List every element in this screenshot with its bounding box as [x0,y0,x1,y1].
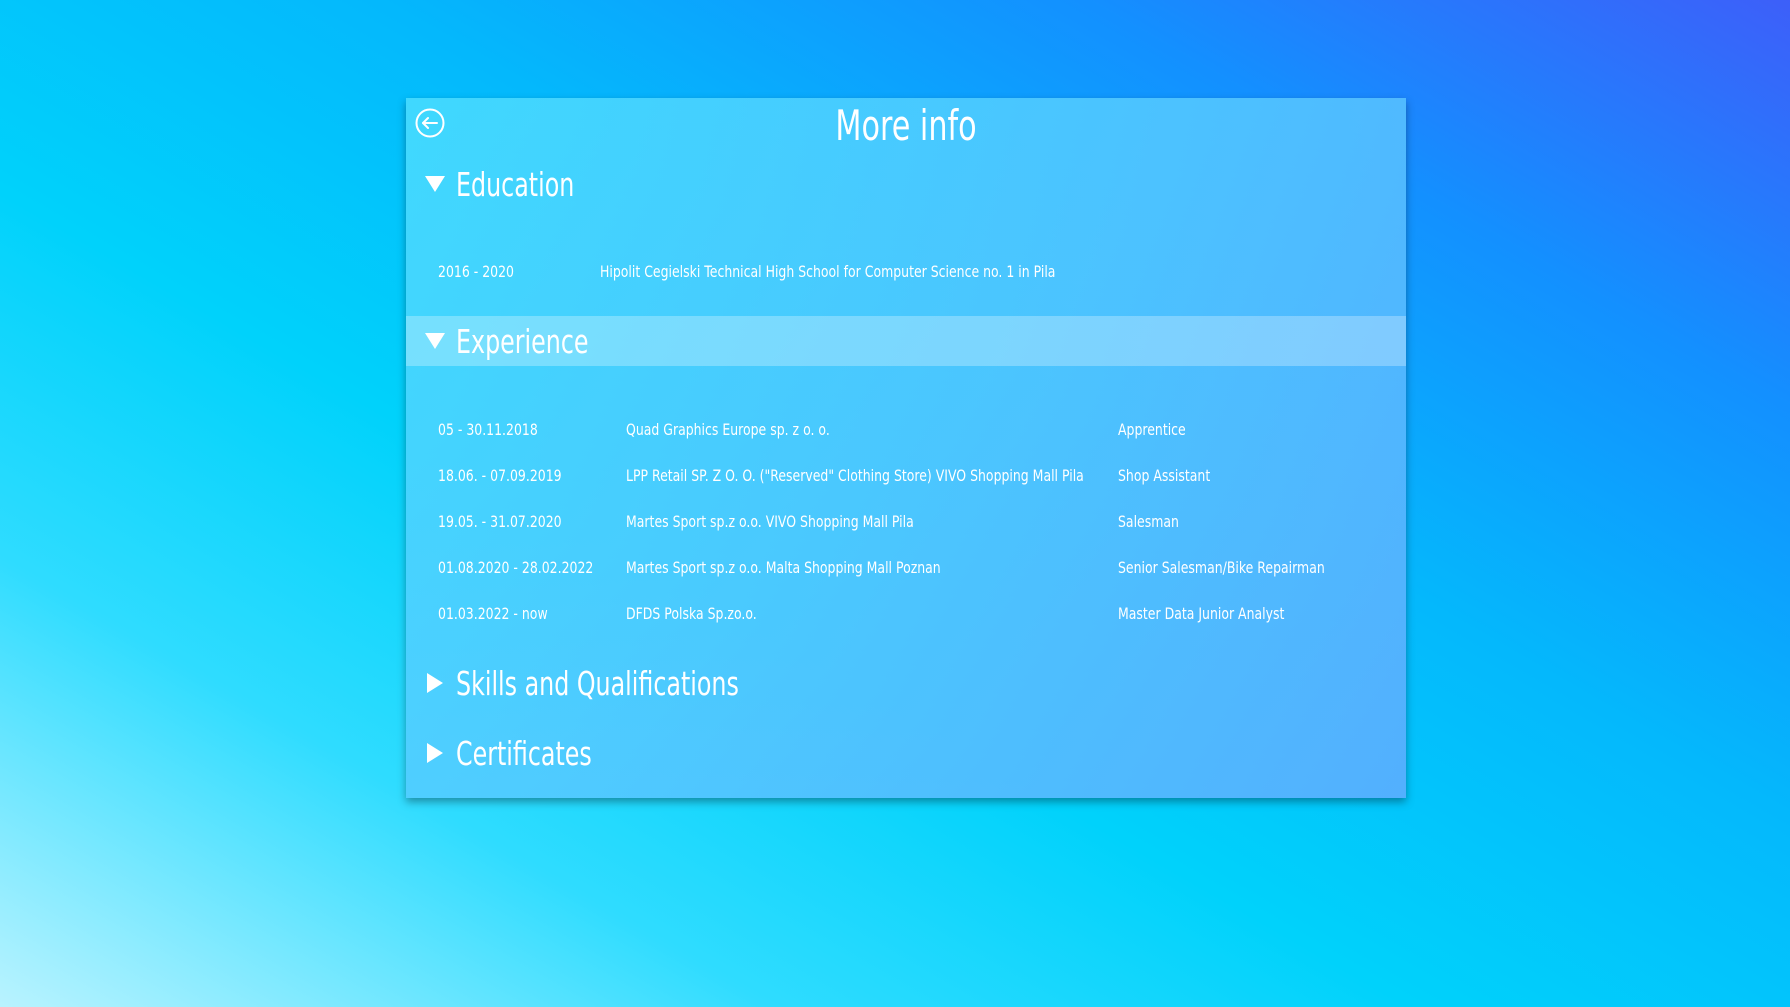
education-school: Hipolit Cegielski Technical High School … [600,262,1056,281]
section-header-certificates[interactable]: Certificates [406,728,1406,778]
experience-position: Apprentice [1118,420,1186,439]
experience-row: 18.06. - 07.09.2019 LPP Retail SP. Z O. … [406,461,1406,491]
page-title: More info [835,101,977,150]
section-label-education: Education [456,164,575,204]
experience-position: Senior Salesman/Bike Repairman [1118,558,1325,577]
triangle-right-icon [424,742,446,764]
experience-row: 05 - 30.11.2018 Quad Graphics Europe sp.… [406,415,1406,445]
experience-position: Shop Assistant [1118,466,1211,485]
triangle-down-icon [424,173,446,195]
section-header-experience[interactable]: Experience [406,316,1406,366]
section-label-certificates: Certificates [456,733,592,773]
experience-period: 05 - 30.11.2018 [438,420,538,439]
triangle-right-icon [424,672,446,694]
experience-position: Salesman [1118,512,1179,531]
experience-row: 01.08.2020 - 28.02.2022 Martes Sport sp.… [406,553,1406,583]
experience-company: Martes Sport sp.z o.o. VIVO Shopping Mal… [626,512,914,531]
section-header-skills[interactable]: Skills and Qualifications [406,658,1406,708]
section-header-education[interactable]: Education [406,159,1406,209]
experience-period: 18.06. - 07.09.2019 [438,466,562,485]
more-info-panel: More info Education 2016 - 2020 Hipolit … [406,98,1406,798]
triangle-down-icon [424,330,446,352]
experience-company: Quad Graphics Europe sp. z o. o. [626,420,830,439]
section-label-experience: Experience [456,321,589,361]
experience-company: DFDS Polska Sp.zo.o. [626,604,757,623]
experience-period: 01.08.2020 - 28.02.2022 [438,558,594,577]
arrow-left-circle-icon [415,108,445,138]
back-button[interactable] [415,108,445,138]
experience-period: 19.05. - 31.07.2020 [438,512,562,531]
experience-period: 01.03.2022 - now [438,604,548,623]
experience-row: 01.03.2022 - now DFDS Polska Sp.zo.o. Ma… [406,599,1406,629]
education-period: 2016 - 2020 [438,262,514,281]
experience-position: Master Data Junior Analyst [1118,604,1285,623]
experience-company: Martes Sport sp.z o.o. Malta Shopping Ma… [626,558,941,577]
education-row: 2016 - 2020 Hipolit Cegielski Technical … [406,257,1406,287]
experience-company: LPP Retail SP. Z O. O. ("Reserved" Cloth… [626,466,1084,485]
section-label-skills: Skills and Qualifications [456,663,739,703]
experience-row: 19.05. - 31.07.2020 Martes Sport sp.z o.… [406,507,1406,537]
